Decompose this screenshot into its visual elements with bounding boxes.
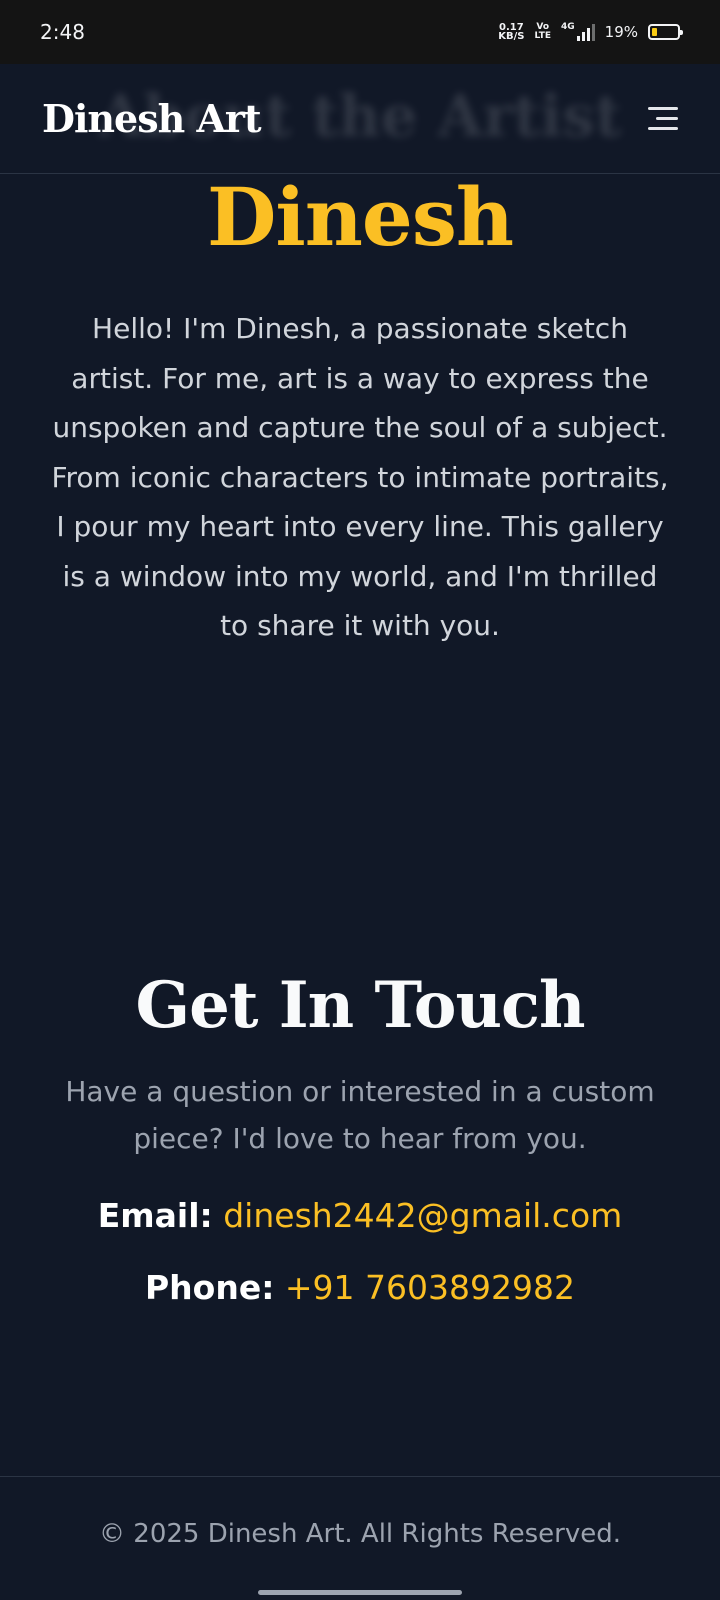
email-label: Email: <box>97 1196 213 1235</box>
network-type-label: 4G <box>561 22 575 32</box>
menu-line-3 <box>648 126 678 130</box>
battery-fill <box>652 28 657 36</box>
status-bar: 2:48 0.17 KB/S Vo LTE 4G 19% <box>0 0 720 64</box>
volte-icon: Vo LTE <box>534 23 551 41</box>
signal-bar-1 <box>576 36 580 41</box>
signal-icon: 4G <box>561 23 595 41</box>
copyright-text: © 2025 Dinesh Art. All Rights Reserved. <box>99 1519 621 1549</box>
contact-subtitle: Have a question or interested in a custo… <box>65 1075 655 1155</box>
email-link[interactable]: dinesh2442@gmail.com <box>223 1196 622 1235</box>
status-icons: 0.17 KB/S Vo LTE 4G 19% <box>498 23 683 42</box>
volte-bottom-label: LTE <box>534 31 551 41</box>
site-header: About the Artist Dinesh Art <box>0 64 720 174</box>
menu-line-2 <box>656 116 678 120</box>
hamburger-menu-icon[interactable] <box>642 104 678 134</box>
network-rate: 0.17 KB/S <box>498 23 525 42</box>
contact-title: Get In Touch <box>135 968 586 1043</box>
battery-percent: 19% <box>604 23 638 41</box>
site-footer: © 2025 Dinesh Art. All Rights Reserved. <box>0 1476 720 1600</box>
email-row: Email: dinesh2442@gmail.com <box>0 1196 720 1235</box>
status-time: 2:48 <box>40 20 85 44</box>
signal-bar-4 <box>591 24 595 41</box>
phone-link[interactable]: +91 7603892982 <box>285 1268 575 1307</box>
menu-line-1 <box>648 106 678 110</box>
phone-label: Phone: <box>144 1268 275 1307</box>
brand-logo[interactable]: Dinesh Art <box>42 96 262 141</box>
artist-name: Dinesh <box>206 170 514 264</box>
phone-row: Phone: +91 7603892982 <box>0 1268 720 1307</box>
network-rate-unit: KB/S <box>498 31 525 42</box>
artist-bio: Hello! I'm Dinesh, a passionate sketch a… <box>51 312 669 642</box>
battery-icon <box>648 24 683 40</box>
signal-bar-3 <box>586 28 590 41</box>
home-indicator[interactable] <box>258 1590 462 1595</box>
signal-bar-2 <box>581 32 585 41</box>
